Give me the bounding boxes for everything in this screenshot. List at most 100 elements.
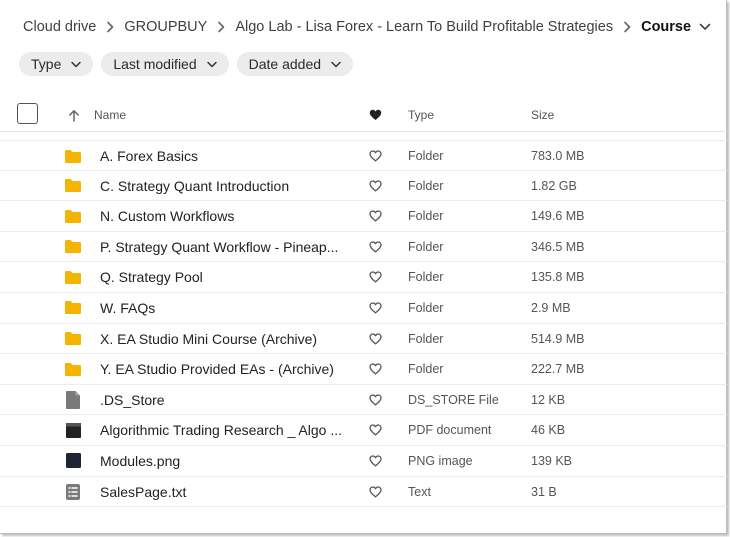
filter-label: Last modified: [113, 56, 197, 72]
file-type: DS_STORE File: [408, 392, 499, 407]
file-browser-window: Cloud drive GROUPBUY Algo Lab - Lisa For…: [0, 0, 727, 534]
table-row[interactable]: Q. Strategy Pool Folder 135.8 MB: [0, 262, 727, 293]
folder-icon: [64, 262, 82, 292]
file-type: Text: [408, 484, 431, 499]
table-header: Name Type Size: [0, 98, 727, 132]
file-size: 31 B: [531, 484, 557, 499]
table-row[interactable]: Algorithmic Trading Research _ Algo ... P…: [0, 415, 727, 446]
file-name[interactable]: Algorithmic Trading Research _ Algo ...: [100, 415, 345, 445]
column-header-size[interactable]: Size: [531, 98, 554, 132]
file-size: 222.7 MB: [531, 362, 585, 377]
table-row[interactable]: Y. EA Studio Provided EAs - (Archive) Fol…: [0, 354, 727, 385]
heart-outline-icon[interactable]: [369, 385, 382, 415]
file-type: Folder: [408, 178, 444, 193]
file-type: Folder: [408, 300, 444, 315]
file-name[interactable]: A. Forex Basics: [100, 141, 345, 171]
breadcrumb-cloud-drive[interactable]: Cloud drive: [23, 19, 96, 35]
chevron-down-icon: [71, 61, 82, 68]
table-row[interactable]: W. FAQs Folder 2.9 MB: [0, 293, 727, 324]
file-size: 2.9 MB: [531, 300, 571, 315]
file-size: 12 KB: [531, 392, 566, 407]
file-size: 135.8 MB: [531, 270, 585, 285]
folder-icon: [64, 171, 82, 201]
file-name[interactable]: Q. Strategy Pool: [100, 262, 345, 292]
file-type: Folder: [408, 270, 444, 285]
heart-outline-icon[interactable]: [369, 141, 382, 171]
chevron-down-icon: [331, 61, 341, 68]
breadcrumb: Cloud drive GROUPBUY Algo Lab - Lisa For…: [23, 17, 711, 37]
file-size: 346.5 MB: [531, 239, 585, 254]
heart-outline-icon[interactable]: [369, 201, 382, 231]
file-name[interactable]: Modules.png: [100, 446, 345, 476]
column-header-type[interactable]: Type: [408, 98, 434, 132]
folder-icon: [64, 232, 82, 262]
heart-filled-icon[interactable]: [369, 98, 382, 132]
file-type: Folder: [408, 149, 444, 163]
file-name[interactable]: X. EA Studio Mini Course (Archive): [100, 324, 345, 354]
filter-date-added-button[interactable]: Date added: [236, 52, 354, 76]
breadcrumb-algo-lab[interactable]: Algo Lab - Lisa Forex - Learn To Build P…: [235, 19, 613, 35]
table-row[interactable]: X. EA Studio Mini Course (Archive) Folder…: [0, 324, 727, 355]
text-file-icon: [64, 477, 82, 507]
pdf-file-icon: [64, 415, 82, 445]
file-size: 514.9 MB: [531, 331, 585, 346]
chevron-right-icon: [207, 21, 235, 33]
folder-icon: [64, 324, 82, 354]
file-name[interactable]: P. Strategy Quant Workflow - Pineap...: [100, 232, 345, 262]
folder-icon: [64, 293, 82, 323]
file-table: Name Type Size A. Forex Basics Folder 783.…: [0, 98, 727, 508]
column-header-name[interactable]: Name: [94, 98, 126, 132]
file-name[interactable]: C. Strategy Quant Introduction: [100, 171, 345, 201]
table-row[interactable]: P. Strategy Quant Workflow - Pineap... Fo…: [0, 232, 727, 263]
heart-outline-icon[interactable]: [369, 354, 382, 384]
folder-icon: [64, 354, 82, 384]
table-row[interactable]: SalesPage.txt Text 31 B: [0, 477, 727, 508]
generic-file-icon: [64, 385, 82, 415]
file-type: Folder: [408, 239, 444, 254]
chevron-right-icon: [613, 21, 641, 33]
file-type: Folder: [408, 331, 444, 346]
filter-label: Date added: [248, 56, 322, 72]
filter-type-button[interactable]: Type: [19, 52, 94, 76]
filter-bar: Type Last modified Date added: [19, 52, 354, 76]
file-size: 783.0 MB: [531, 149, 585, 163]
file-size: 139 KB: [531, 453, 573, 468]
breadcrumb-groupbuy[interactable]: GROUPBUY: [124, 19, 207, 35]
file-type: PDF document: [408, 423, 492, 438]
table-row[interactable]: N. Custom Workflows Folder 149.6 MB: [0, 201, 727, 232]
filter-last-modified-button[interactable]: Last modified: [101, 52, 229, 76]
file-size: 46 KB: [531, 423, 566, 438]
image-file-icon: [64, 446, 82, 476]
heart-outline-icon[interactable]: [369, 232, 382, 262]
select-all-checkbox[interactable]: [17, 103, 38, 124]
file-name[interactable]: N. Custom Workflows: [100, 201, 345, 231]
filter-label: Type: [31, 56, 62, 72]
heart-outline-icon[interactable]: [369, 293, 382, 323]
breadcrumb-current-folder[interactable]: Course: [641, 19, 691, 35]
heart-outline-icon[interactable]: [369, 446, 382, 476]
file-type: PNG image: [408, 453, 473, 468]
table-row[interactable]: A. Forex Basics Folder 783.0 MB: [0, 140, 727, 171]
chevron-right-icon: [96, 21, 124, 33]
heart-outline-icon[interactable]: [369, 171, 382, 201]
chevron-down-icon: [206, 61, 217, 68]
chevron-down-icon[interactable]: [699, 23, 711, 31]
table-row[interactable]: C. Strategy Quant Introduction Folder 1.82…: [0, 171, 727, 202]
heart-outline-icon[interactable]: [369, 477, 382, 507]
file-size: 1.82 GB: [531, 178, 577, 193]
file-name[interactable]: SalesPage.txt: [100, 477, 345, 507]
table-row[interactable]: Modules.png PNG image 139 KB: [0, 446, 727, 477]
table-row[interactable]: .DS_Store DS_STORE File 12 KB: [0, 385, 727, 416]
heart-outline-icon[interactable]: [369, 262, 382, 292]
file-name[interactable]: W. FAQs: [100, 293, 345, 323]
heart-outline-icon[interactable]: [369, 324, 382, 354]
file-type: Folder: [408, 209, 444, 224]
file-type: Folder: [408, 362, 444, 377]
table-body: A. Forex Basics Folder 783.0 MB C. Strategy…: [0, 140, 727, 508]
folder-icon: [64, 201, 82, 231]
arrow-up-icon[interactable]: [68, 98, 80, 132]
folder-icon: [64, 141, 82, 171]
file-name[interactable]: Y. EA Studio Provided EAs - (Archive): [100, 354, 345, 384]
heart-outline-icon[interactable]: [369, 415, 382, 445]
file-name[interactable]: .DS_Store: [100, 385, 345, 415]
